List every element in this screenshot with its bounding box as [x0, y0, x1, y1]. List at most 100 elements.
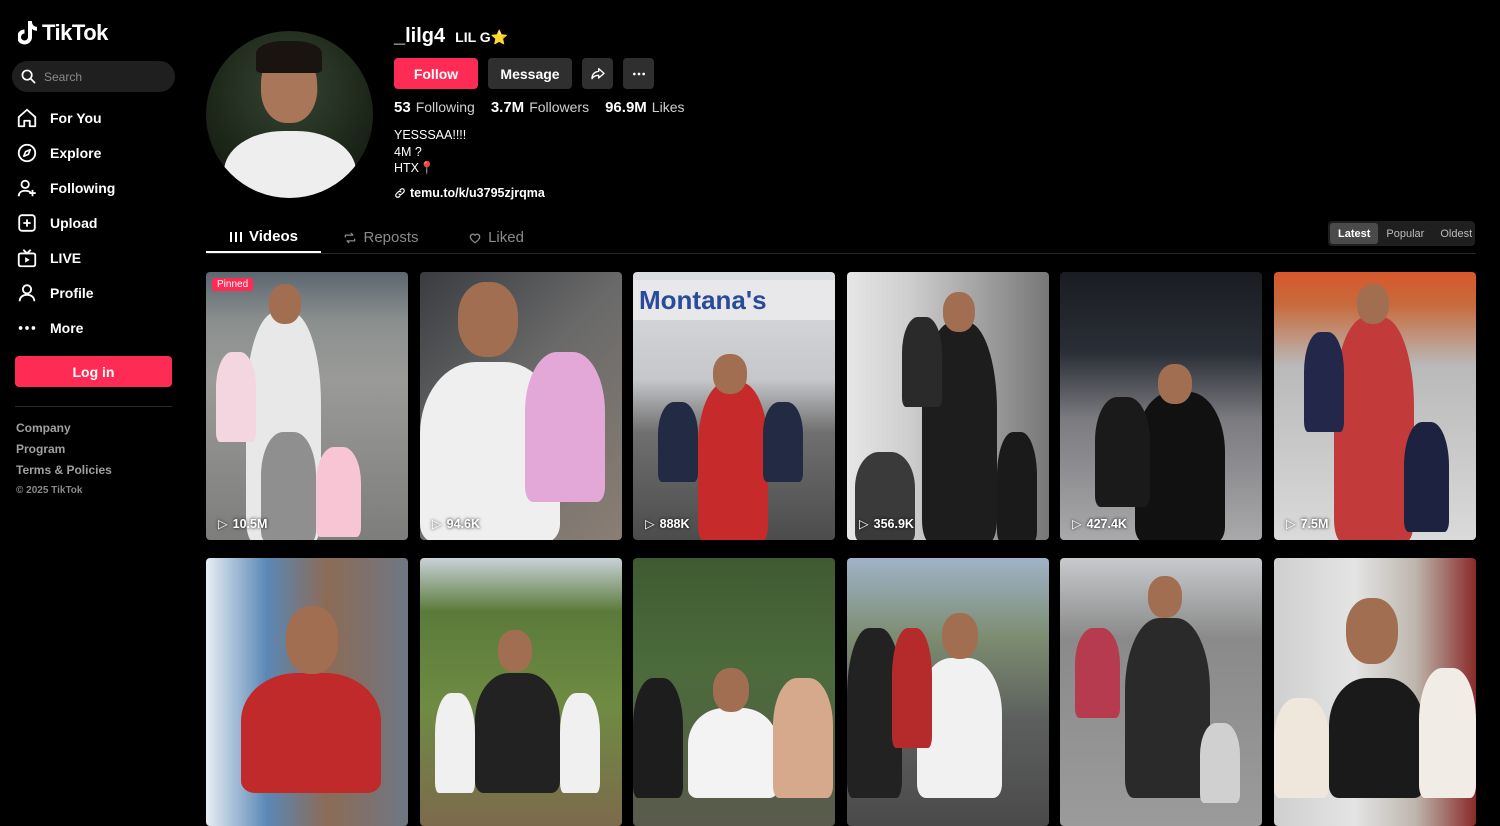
play-icon: ▷: [1072, 517, 1082, 531]
profile-bio: YESSSAA!!!! 4M ? HTX📍: [394, 127, 466, 177]
nav-item-more[interactable]: More: [16, 310, 176, 345]
profile-actions: Follow Message: [394, 58, 654, 89]
tab-reposts[interactable]: Reposts: [336, 222, 426, 253]
bio-line: YESSSAA!!!!: [394, 128, 467, 142]
sort-latest[interactable]: Latest: [1330, 223, 1379, 244]
profile-nickname: LIL G⭐: [455, 29, 509, 45]
profile-tabs: Videos Reposts Liked: [206, 222, 1476, 254]
nav-item-following[interactable]: Following: [16, 170, 176, 205]
stat-following[interactable]: 53 Following: [394, 99, 475, 116]
thumb-figure: [698, 382, 768, 540]
stat-likes: 96.9M Likes: [605, 99, 684, 116]
thumb-figure: [1419, 668, 1476, 798]
thumb-face: [498, 630, 532, 672]
nav-item-explore[interactable]: Explore: [16, 135, 176, 170]
view-count-text: 427.4K: [1086, 516, 1127, 531]
video-card[interactable]: ▷ 427.4K: [1060, 272, 1262, 540]
video-card[interactable]: Pinned ▷ 10.5M: [206, 272, 408, 540]
view-count: ▷ 7.5M: [1286, 516, 1328, 532]
video-card[interactable]: [1274, 558, 1476, 826]
nav-item-for-you[interactable]: For You: [16, 100, 176, 135]
profile-link[interactable]: temu.to/k/u3795zjrqma: [394, 186, 545, 200]
stat-value: 96.9M: [605, 99, 647, 116]
more-options-button[interactable]: [623, 58, 654, 89]
login-button[interactable]: Log in: [15, 356, 172, 387]
sidebar-footer: Company Program Terms & Policies © 2025 …: [16, 421, 112, 496]
nav-label: Profile: [50, 284, 94, 301]
thumb-face: [943, 292, 975, 332]
thumb-face: [269, 284, 301, 324]
view-count: ▷ 427.4K: [1072, 516, 1127, 532]
profile-names: _lilg4 LIL G⭐: [394, 25, 508, 48]
stat-label: Likes: [651, 99, 685, 115]
nav-item-profile[interactable]: Profile: [16, 275, 176, 310]
message-button[interactable]: Message: [488, 58, 572, 89]
thumb-figure: [1334, 317, 1414, 540]
video-card[interactable]: ▷ 94.6K: [420, 272, 622, 540]
share-button[interactable]: [582, 58, 613, 89]
search-input[interactable]: [44, 69, 164, 84]
thumb-figure: [435, 693, 475, 793]
grid-bars-icon: [230, 231, 243, 242]
video-card[interactable]: [1060, 558, 1262, 826]
profile-icon: [18, 283, 36, 301]
footer-link-company[interactable]: Company: [16, 421, 112, 442]
search-box[interactable]: [12, 61, 175, 92]
view-count: ▷ 10.5M: [218, 516, 267, 532]
tab-videos[interactable]: Videos: [206, 222, 321, 253]
stat-label: Followers: [529, 99, 590, 115]
thumb-figure: [1329, 678, 1424, 798]
upload-icon: [18, 213, 36, 232]
nav-label: For You: [50, 109, 102, 126]
view-count: ▷ 94.6K: [432, 516, 480, 532]
repost-icon: [345, 232, 356, 243]
stat-label: Following: [415, 99, 475, 115]
video-card[interactable]: Montana's ▷ 888K: [633, 272, 835, 540]
compass-icon: [17, 143, 37, 162]
follow-button[interactable]: Follow: [394, 58, 478, 89]
thumb-figure: [773, 678, 833, 798]
avatar-shirt: [224, 131, 356, 198]
tab-label: Reposts: [363, 229, 419, 246]
video-card[interactable]: ▷ 356.9K: [847, 272, 1049, 540]
footer-link-program[interactable]: Program: [16, 442, 112, 463]
thumb-figure: [261, 432, 316, 540]
play-icon: ▷: [859, 517, 869, 531]
play-icon: ▷: [1286, 517, 1296, 531]
view-count-text: 888K: [659, 516, 690, 531]
video-card[interactable]: [206, 558, 408, 826]
thumb-figure: [216, 352, 256, 442]
pinned-badge: Pinned: [212, 278, 254, 291]
bio-line: 4M ?: [394, 144, 422, 159]
sort-oldest[interactable]: Oldest: [1432, 223, 1480, 244]
thumb-face: [713, 668, 749, 712]
thumb-face: [458, 282, 518, 357]
video-card[interactable]: [633, 558, 835, 826]
play-icon: ▷: [432, 517, 442, 531]
thumb-figure: [1304, 332, 1344, 432]
video-card[interactable]: [847, 558, 1049, 826]
profile-avatar[interactable]: [206, 31, 373, 198]
thumb-figure: [763, 402, 803, 482]
link-icon: [395, 188, 405, 198]
sort-popular[interactable]: Popular: [1378, 223, 1432, 244]
thumb-face: [1148, 576, 1182, 618]
copyright: © 2025 TikTok: [16, 485, 83, 496]
video-card[interactable]: ▷ 7.5M: [1274, 272, 1476, 540]
stat-value: 53: [394, 99, 411, 116]
tab-liked[interactable]: Liked: [456, 222, 536, 253]
thumb-figure: [658, 402, 698, 482]
home-icon: [17, 108, 37, 127]
nav-item-live[interactable]: LIVE: [16, 240, 176, 275]
thumb-figure: [1095, 397, 1150, 507]
footer-link-terms[interactable]: Terms & Policies: [16, 463, 112, 484]
profile-link-text: temu.to/k/u3795zjrqma: [410, 186, 545, 200]
tiktok-logo[interactable]: TikTok: [18, 20, 108, 46]
nav-label: Upload: [50, 214, 98, 231]
video-card[interactable]: [420, 558, 622, 826]
nav-item-upload[interactable]: Upload: [16, 205, 176, 240]
thumb-figure: [892, 628, 932, 748]
view-count-text: 356.9K: [873, 516, 914, 531]
share-icon: [590, 67, 605, 79]
stat-followers[interactable]: 3.7M Followers: [491, 99, 589, 116]
